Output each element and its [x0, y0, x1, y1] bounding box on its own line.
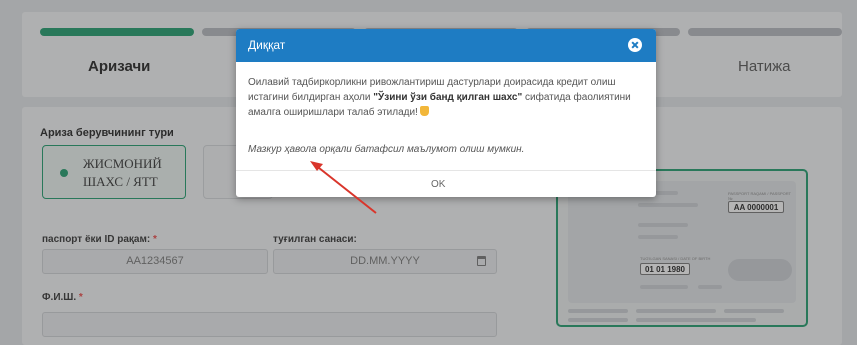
annotation-arrow-icon — [310, 161, 377, 214]
